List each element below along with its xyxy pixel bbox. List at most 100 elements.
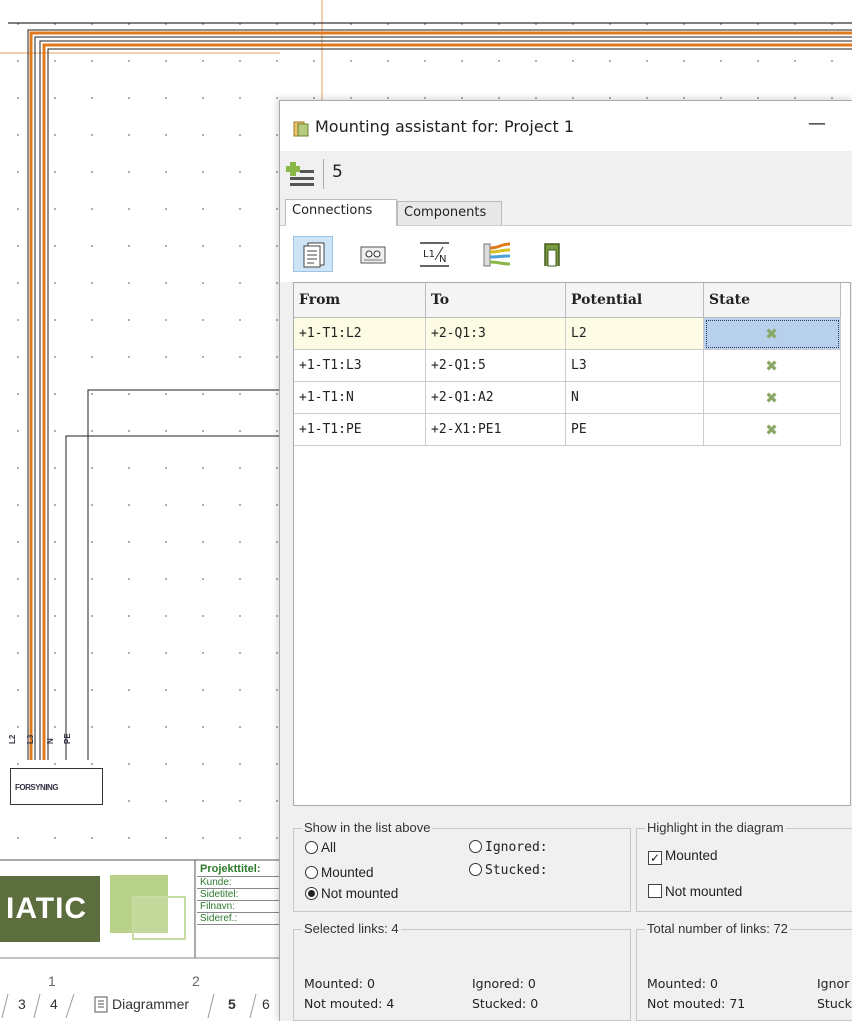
- column-header-from[interactable]: From: [294, 283, 426, 318]
- add-list-icon: [286, 162, 314, 186]
- cell-from[interactable]: +1-T1:N: [294, 381, 426, 414]
- cell-potential[interactable]: N: [565, 381, 704, 414]
- add-list-button[interactable]: [286, 156, 316, 192]
- dialog-tabs: Connections Components: [280, 197, 852, 226]
- cell-potential[interactable]: L3: [565, 349, 704, 382]
- minimize-button[interactable]: —: [802, 111, 832, 141]
- cell-potential[interactable]: L2: [565, 317, 704, 350]
- radio-mounted-label: Mounted: [321, 865, 374, 880]
- table-row[interactable]: +1-T1:PE +2-X1:PE1 PE ✖: [294, 413, 841, 446]
- highlight-group: Highlight in the diagram ✓ Mounted Not mo…: [636, 820, 852, 912]
- show-in-list-group: Show in the list above All Mounted Not m…: [293, 820, 631, 912]
- radio-not-mounted-label: Not mounted: [321, 886, 399, 901]
- potential-button[interactable]: L1 N: [413, 236, 453, 272]
- highlight-title: Highlight in the diagram: [645, 820, 786, 835]
- radio-stucked[interactable]: Stucked:: [469, 863, 548, 878]
- selected-ignored-count: Ignored: 0: [472, 976, 536, 991]
- connections-table: From To Potential State +1-T1:L2 +2-Q1:3 L…: [294, 283, 841, 446]
- bridge-button[interactable]: [533, 236, 573, 272]
- forsyning-block[interactable]: FORSYNING: [10, 768, 103, 805]
- table-row[interactable]: +1-T1:N +2-Q1:A2 N ✖: [294, 381, 841, 414]
- title-block-fields: Projekttitel: Kunde: Sidetitel: Filnavn:…: [197, 863, 287, 925]
- total-mounted-count: Mounted: 0: [647, 976, 718, 991]
- selected-not-mounted-count: Not mouted: 4: [304, 996, 395, 1011]
- svg-text:L1: L1: [423, 249, 435, 260]
- dialog-title: Mounting assistant for: Project 1: [315, 117, 575, 136]
- toolbar-separator: [323, 159, 324, 189]
- column-header-state[interactable]: State: [703, 283, 841, 318]
- document-list-button[interactable]: [293, 236, 333, 272]
- cell-to[interactable]: +2-X1:PE1: [425, 413, 566, 446]
- company-logo: IATIC: [0, 876, 100, 942]
- document-list-icon: [303, 242, 325, 268]
- radio-mounted[interactable]: Mounted: [305, 865, 374, 880]
- sheet-tab-5[interactable]: 5: [228, 996, 236, 1012]
- wire-label-l2: L2: [8, 734, 17, 744]
- sheet-tab-6[interactable]: 6: [262, 996, 270, 1012]
- cell-from[interactable]: +1-T1:PE: [294, 413, 426, 446]
- column-header-potential[interactable]: Potential: [565, 283, 704, 318]
- selected-links-group: Selected links: 4 Mounted: 0 Not mouted:…: [293, 921, 631, 1021]
- cell-state[interactable]: ✖: [703, 349, 841, 382]
- terminal-button[interactable]: [353, 236, 393, 272]
- radio-ignored[interactable]: Ignored:: [469, 840, 548, 855]
- mounting-assistant-dialog: Mounting assistant for: Project 1 — 5 Co…: [279, 100, 852, 1021]
- sheet-tab-bar: 3 4 Diagrammer 5 6: [0, 992, 290, 1020]
- mounting-assistant-icon: [293, 121, 309, 137]
- toolbar-count: 5: [332, 162, 343, 182]
- sheet-tab-4[interactable]: 4: [50, 996, 58, 1012]
- dialog-toolbar: 5: [280, 151, 852, 197]
- terminal-icon: [360, 246, 386, 264]
- sheet-tab-3[interactable]: 3: [18, 996, 26, 1012]
- cell-to[interactable]: +2-Q1:5: [425, 349, 566, 382]
- selected-links-title: Selected links: 4: [302, 921, 401, 936]
- cell-state[interactable]: ✖: [703, 413, 841, 446]
- cell-state[interactable]: ✖: [703, 381, 841, 414]
- cell-to[interactable]: +2-Q1:A2: [425, 381, 566, 414]
- table-row[interactable]: +1-T1:L2 +2-Q1:3 L2 ✖: [294, 317, 841, 350]
- cell-from[interactable]: +1-T1:L2: [294, 317, 426, 350]
- highlight-mounted-label: Mounted: [665, 848, 718, 863]
- column-number: 1: [48, 973, 56, 989]
- cell-to[interactable]: +2-Q1:3: [425, 317, 566, 350]
- title-block-field: Sideref.:: [197, 913, 287, 925]
- title-block-field: Filnavn:: [197, 901, 287, 913]
- cell-from[interactable]: +1-T1:L3: [294, 349, 426, 382]
- potential-icon: L1 N: [420, 242, 449, 267]
- document-icon: [94, 996, 110, 1017]
- total-stucked-count: Stuck: [817, 996, 852, 1011]
- not-mounted-state-icon: ✖: [765, 324, 778, 343]
- cable-button[interactable]: [476, 236, 516, 272]
- title-block-field: Projekttitel:: [197, 863, 287, 877]
- cable-icon: [483, 242, 511, 267]
- total-links-title: Total number of links: 72: [645, 921, 790, 936]
- checkmark-icon: ✓: [648, 851, 662, 865]
- selected-mounted-count: Mounted: 0: [304, 976, 375, 991]
- sheet-tab-diagrammer[interactable]: Diagrammer: [112, 996, 189, 1012]
- tab-connections[interactable]: Connections: [285, 199, 397, 226]
- total-not-mounted-count: Not mouted: 71: [647, 996, 746, 1011]
- dialog-titlebar[interactable]: Mounting assistant for: Project 1 —: [280, 101, 852, 151]
- column-header-to[interactable]: To: [425, 283, 566, 318]
- radio-all-label: All: [321, 840, 337, 855]
- bridge-icon: [544, 243, 560, 267]
- wire-label-n: N: [46, 738, 55, 744]
- svg-text:N: N: [439, 254, 446, 265]
- not-mounted-state-icon: ✖: [765, 388, 778, 407]
- total-ignored-count: Ignor: [817, 976, 850, 991]
- wire-label-l3: L3: [26, 734, 35, 744]
- radio-stucked-label: Stucked:: [485, 863, 548, 878]
- cell-potential[interactable]: PE: [565, 413, 704, 446]
- connections-table-area[interactable]: From To Potential State +1-T1:L2 +2-Q1:3 L…: [293, 282, 851, 806]
- table-row[interactable]: +1-T1:L3 +2-Q1:5 L3 ✖: [294, 349, 841, 382]
- checkbox-highlight-not-mounted[interactable]: Not mounted: [648, 884, 742, 899]
- radio-not-mounted[interactable]: Not mounted: [305, 886, 398, 901]
- view-icon-bar: L1 N: [280, 226, 852, 282]
- tab-components[interactable]: Components: [397, 201, 502, 225]
- selected-stucked-count: Stucked: 0: [472, 996, 539, 1011]
- title-block-field: Kunde:: [197, 877, 287, 889]
- checkbox-highlight-mounted[interactable]: ✓ Mounted: [648, 848, 718, 865]
- radio-all[interactable]: All: [305, 840, 336, 855]
- logo-square-outline: [132, 896, 186, 940]
- cell-state[interactable]: ✖: [703, 317, 841, 350]
